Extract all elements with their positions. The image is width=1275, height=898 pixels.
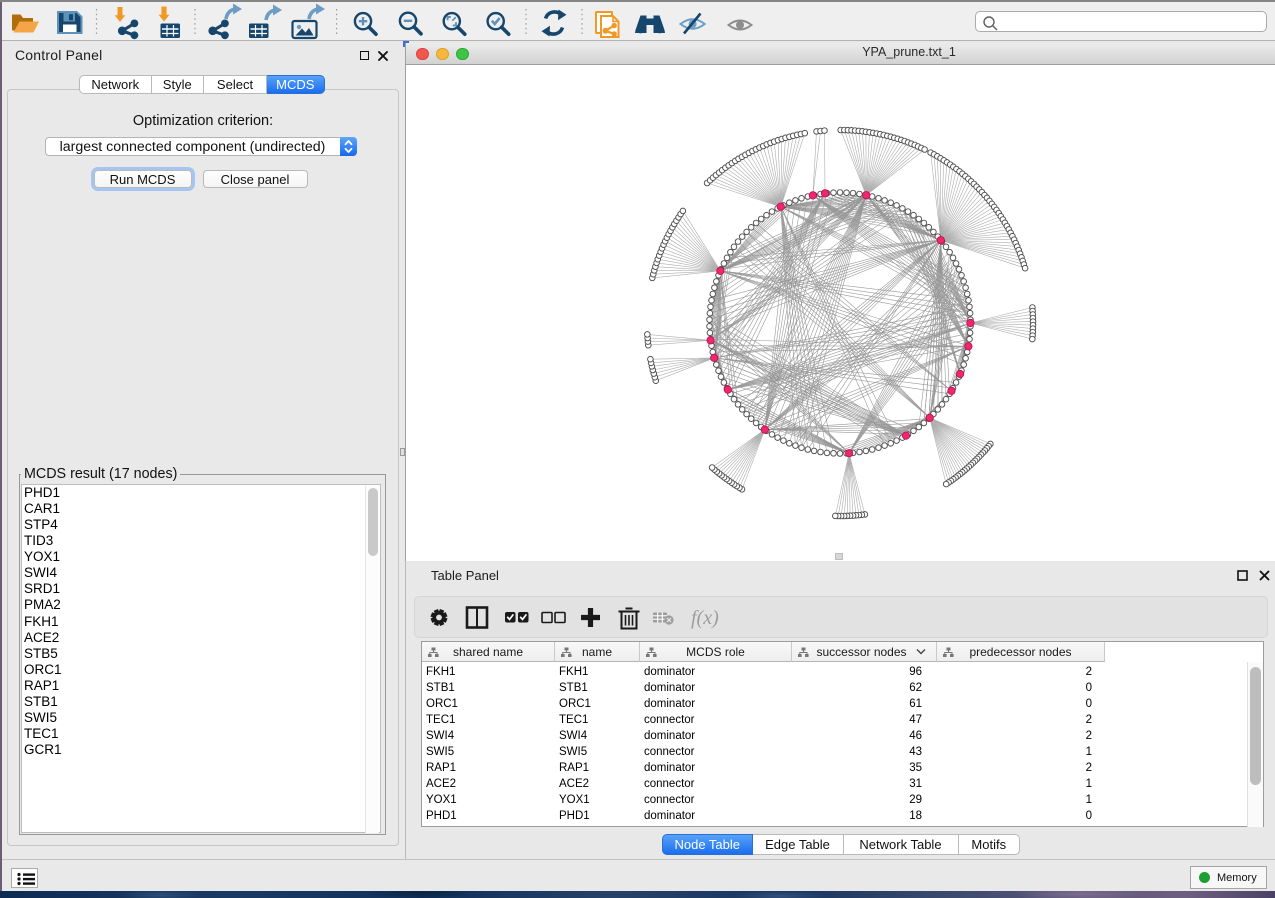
svg-text:f(x): f(x) xyxy=(691,607,719,629)
